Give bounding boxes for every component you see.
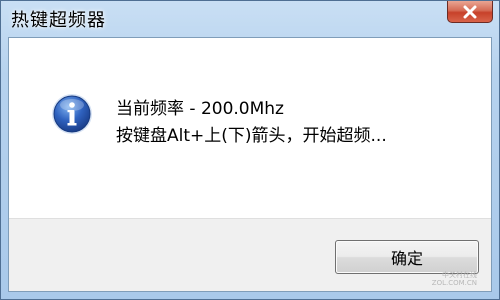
dialog-content: 当前频率 - 200.0Mhz 按键盘Alt+上(下)箭头，开始超频... 确定…	[8, 37, 492, 292]
info-icon	[52, 94, 92, 134]
dialog-window: 热键超频器 当前频率 - 200.0Mhz 按键盘Alt+上(下)箭头，开始超频…	[0, 0, 500, 300]
close-button[interactable]	[447, 1, 493, 23]
close-icon	[463, 5, 477, 18]
message-line-frequency: 当前频率 - 200.0Mhz	[116, 99, 284, 119]
ok-button[interactable]: 确定	[335, 240, 479, 274]
watermark-logo: 中关村在线 ZOL.COM.CN	[432, 271, 477, 287]
window-title: 热键超频器	[11, 10, 106, 31]
message-line-instruction: 按键盘Alt+上(下)箭头，开始超频...	[116, 126, 387, 146]
dialog-footer: 确定 中关村在线 ZOL.COM.CN	[9, 218, 491, 291]
title-bar[interactable]: 热键超频器	[1, 1, 499, 37]
watermark-line2: ZOL.COM.CN	[431, 279, 477, 287]
message-text: 当前频率 - 200.0Mhz 按键盘Alt+上(下)箭头，开始超频...	[116, 96, 387, 150]
watermark-line1: 中关村在线	[442, 271, 477, 279]
